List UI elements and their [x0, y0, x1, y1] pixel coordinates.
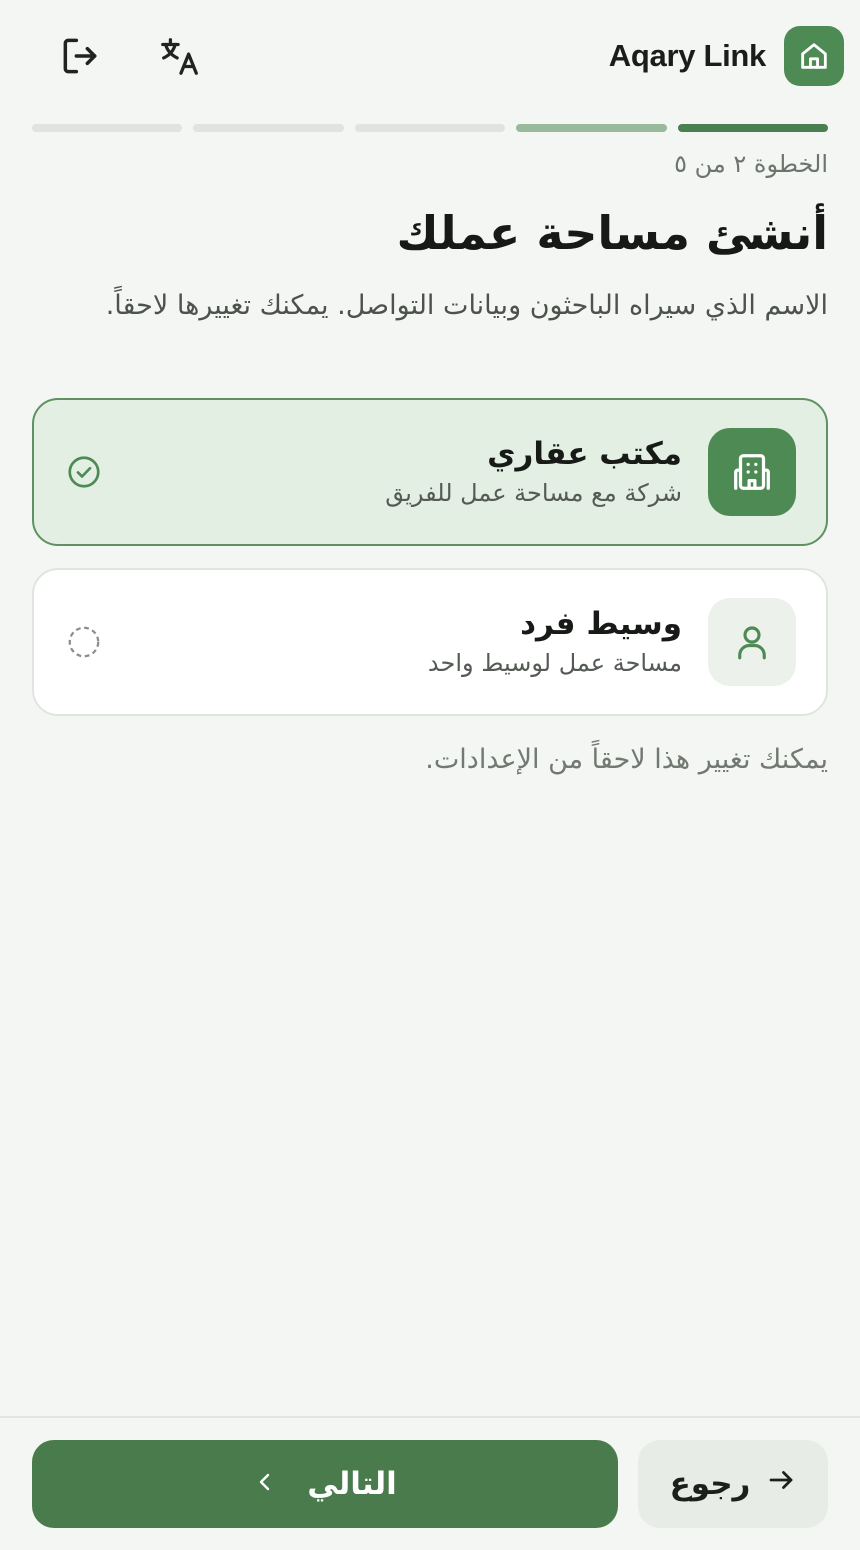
- progress-segment: [32, 124, 183, 132]
- step-indicator: الخطوة ٢ من ٥: [674, 150, 828, 178]
- footer-bar: رجوع التالي: [0, 1416, 860, 1550]
- user-icon: [708, 598, 796, 686]
- onboarding-page: Aqary Link الخطوة ٢ من ٥ أنشئ مساحة عملك…: [0, 0, 860, 1550]
- step-progress-bar: [32, 124, 829, 132]
- home-icon: [784, 26, 844, 86]
- option-subtitle: شركة مع مساحة عمل للفريق: [385, 479, 682, 507]
- radio-empty-icon: [64, 622, 104, 662]
- option-card-office[interactable]: مكتب عقاري شركة مع مساحة عمل للفريق: [32, 398, 828, 546]
- check-circle-icon: [64, 452, 104, 492]
- page-description: الاسم الذي سيراه الباحثون وبيانات التواص…: [105, 290, 828, 321]
- next-button-label: التالي: [307, 1466, 397, 1502]
- arrow-right-icon: [766, 1465, 796, 1503]
- chevron-left-icon: [253, 1466, 277, 1502]
- option-text: مكتب عقاري شركة مع مساحة عمل للفريق: [104, 433, 682, 511]
- brand: Aqary Link: [609, 26, 844, 86]
- next-button[interactable]: التالي: [32, 1440, 618, 1528]
- header-actions: [32, 32, 204, 80]
- settings-note: يمكنك تغيير هذا لاحقاً من الإعدادات.: [425, 744, 828, 775]
- brand-name: Aqary Link: [608, 38, 767, 73]
- progress-segment-done: [516, 124, 667, 132]
- option-title: وسيط فرد: [520, 606, 682, 642]
- option-title: مكتب عقاري: [487, 436, 682, 472]
- translate-icon[interactable]: [156, 32, 204, 80]
- progress-segment: [354, 124, 506, 132]
- progress-segment: [193, 124, 344, 132]
- page-title: أنشئ مساحة عملك: [396, 206, 828, 260]
- top-bar: Aqary Link: [32, 24, 844, 88]
- progress-segment-current: [677, 124, 829, 132]
- back-button[interactable]: رجوع: [638, 1440, 828, 1528]
- back-button-label: رجوع: [669, 1466, 751, 1502]
- building-icon: [708, 428, 796, 516]
- option-text: وسيط فرد مساحة عمل لوسيط واحد: [104, 603, 682, 681]
- option-subtitle: مساحة عمل لوسيط واحد: [427, 649, 682, 677]
- option-card-individual[interactable]: وسيط فرد مساحة عمل لوسيط واحد: [32, 568, 828, 716]
- logout-icon[interactable]: [56, 32, 104, 80]
